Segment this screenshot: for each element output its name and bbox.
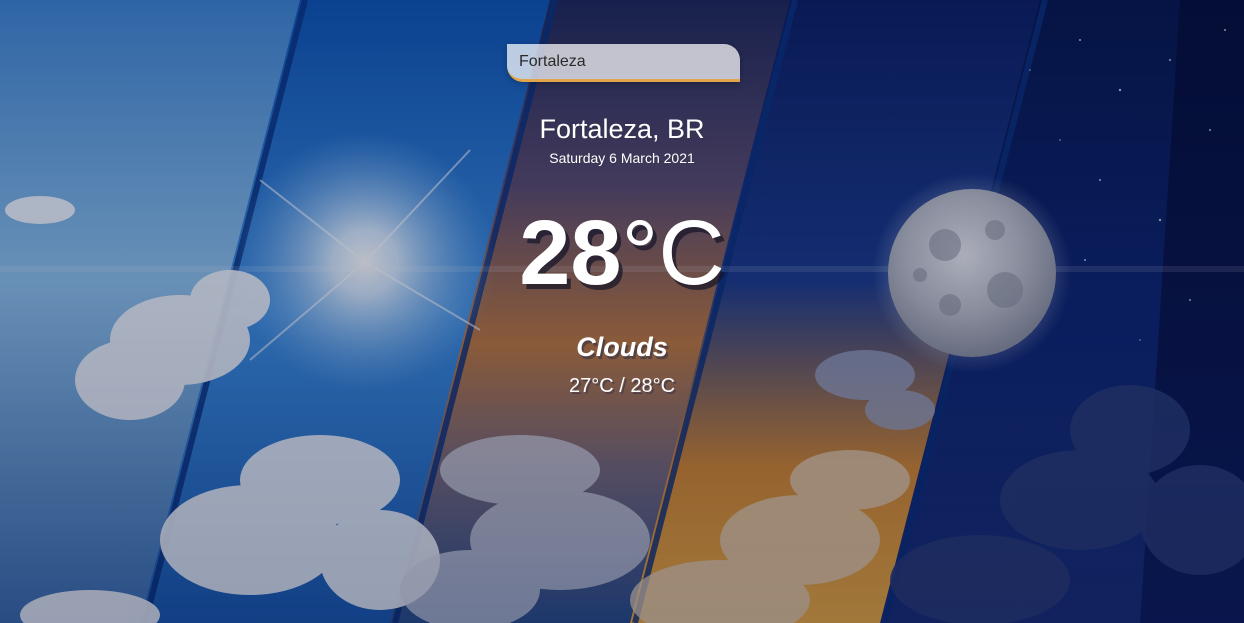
app-root: Fortaleza, BR Saturday 6 March 2021 28°C… bbox=[0, 0, 1244, 623]
weather-condition: Clouds bbox=[576, 332, 668, 362]
current-date: Saturday 6 March 2021 bbox=[549, 150, 695, 166]
temperature-unit: °C bbox=[621, 202, 725, 304]
location-name: Fortaleza, BR bbox=[539, 114, 705, 144]
temperature-value: 28 bbox=[519, 202, 622, 304]
weather-background bbox=[0, 0, 1244, 623]
temperature-range: 27°C / 28°C bbox=[568, 375, 676, 397]
current-temperature: 28°C bbox=[0, 198, 1244, 308]
search-input[interactable] bbox=[507, 44, 740, 82]
